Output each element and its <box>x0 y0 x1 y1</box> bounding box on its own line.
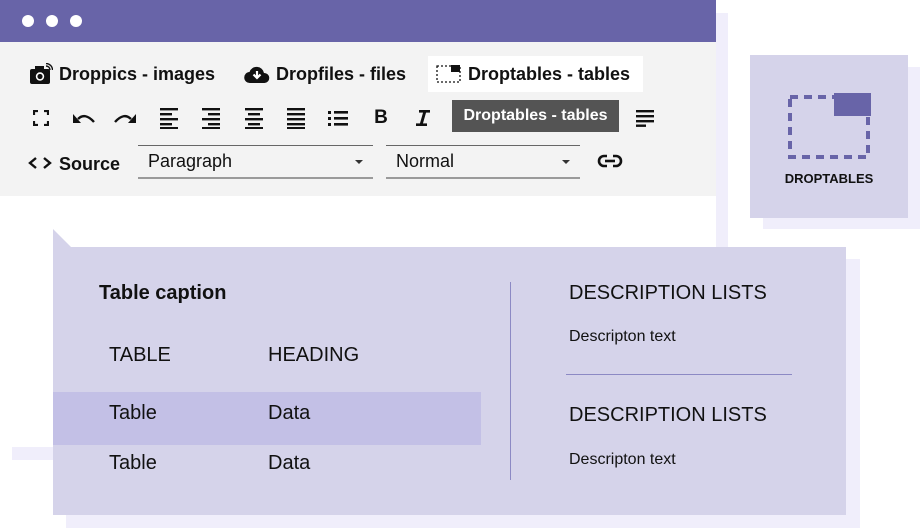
table-cell: Data <box>268 402 311 424</box>
table-cell: Table <box>109 452 157 474</box>
table-cell: Table <box>109 402 157 424</box>
droppics-label: Droppics - images <box>59 63 216 84</box>
italic-button[interactable] <box>410 105 436 131</box>
paragraph-format-button[interactable] <box>632 105 658 131</box>
description-list-text: Descripton text <box>569 451 676 468</box>
source-button[interactable]: Source <box>28 150 120 178</box>
bullet-list-button[interactable] <box>325 105 351 131</box>
chevron-down-icon <box>562 159 570 164</box>
table-cell: Data <box>268 452 311 474</box>
fullscreen-icon <box>33 110 49 126</box>
block-format-select[interactable]: Paragraph <box>138 145 373 179</box>
description-list-title: DESCRIPTION LISTS <box>569 404 767 426</box>
droptables-tooltip: Droptables - tables <box>452 100 619 132</box>
list-icon <box>327 109 349 127</box>
insert-link-button[interactable] <box>596 150 624 176</box>
droptables-button[interactable]: Droptables - tables <box>428 56 643 92</box>
align-right-button[interactable] <box>198 105 224 131</box>
code-icon <box>28 154 52 175</box>
link-icon <box>597 154 623 173</box>
chevron-down-icon <box>355 159 363 164</box>
align-icon <box>635 109 655 127</box>
camera-icon <box>29 63 53 85</box>
description-list-title: DESCRIPTION LISTS <box>569 282 767 304</box>
description-list-text: Descripton text <box>569 328 676 345</box>
align-right-icon <box>201 107 221 129</box>
align-center-icon <box>244 107 264 129</box>
bold-button[interactable]: B <box>368 105 394 131</box>
description-divider <box>566 374 792 375</box>
italic-icon <box>415 109 431 127</box>
dropfiles-label: Dropfiles - files <box>276 63 407 84</box>
droptables-icon <box>436 64 462 84</box>
window-dot[interactable] <box>46 15 58 27</box>
style-format-value: Normal <box>396 151 455 171</box>
source-label: Source <box>59 153 121 174</box>
droptables-tile[interactable]: DROPTABLES <box>750 55 908 218</box>
fullscreen-button[interactable] <box>28 105 54 131</box>
align-left-button[interactable] <box>156 105 182 131</box>
align-left-icon <box>159 107 179 129</box>
droptables-label: Droptables - tables <box>468 63 631 84</box>
droppics-button[interactable]: Droppics - images <box>21 56 223 92</box>
bold-icon: B <box>374 107 388 128</box>
dropfiles-button[interactable]: Dropfiles - files <box>236 56 414 92</box>
table-header-cell: TABLE <box>109 344 171 366</box>
redo-button[interactable] <box>112 105 138 131</box>
undo-icon <box>72 111 96 125</box>
column-divider <box>510 282 511 480</box>
align-center-button[interactable] <box>241 105 267 131</box>
block-format-value: Paragraph <box>148 151 233 171</box>
style-format-select[interactable]: Normal <box>386 145 580 179</box>
redo-icon <box>113 111 137 125</box>
undo-button[interactable] <box>71 105 97 131</box>
align-justify-icon <box>286 107 306 129</box>
justify-button[interactable] <box>283 105 309 131</box>
droptables-tile-label: DROPTABLES <box>784 171 874 186</box>
table-preview-panel: Table caption TABLE HEADING Table Data T… <box>53 247 846 515</box>
droptables-logo-icon <box>788 93 871 159</box>
panel-pointer <box>53 229 71 247</box>
cloud-download-icon <box>244 64 270 84</box>
table-header-cell: HEADING <box>268 344 360 366</box>
window-dot[interactable] <box>22 15 34 27</box>
title-bar <box>0 0 716 42</box>
table-caption: Table caption <box>99 282 227 304</box>
window-dot[interactable] <box>70 15 82 27</box>
